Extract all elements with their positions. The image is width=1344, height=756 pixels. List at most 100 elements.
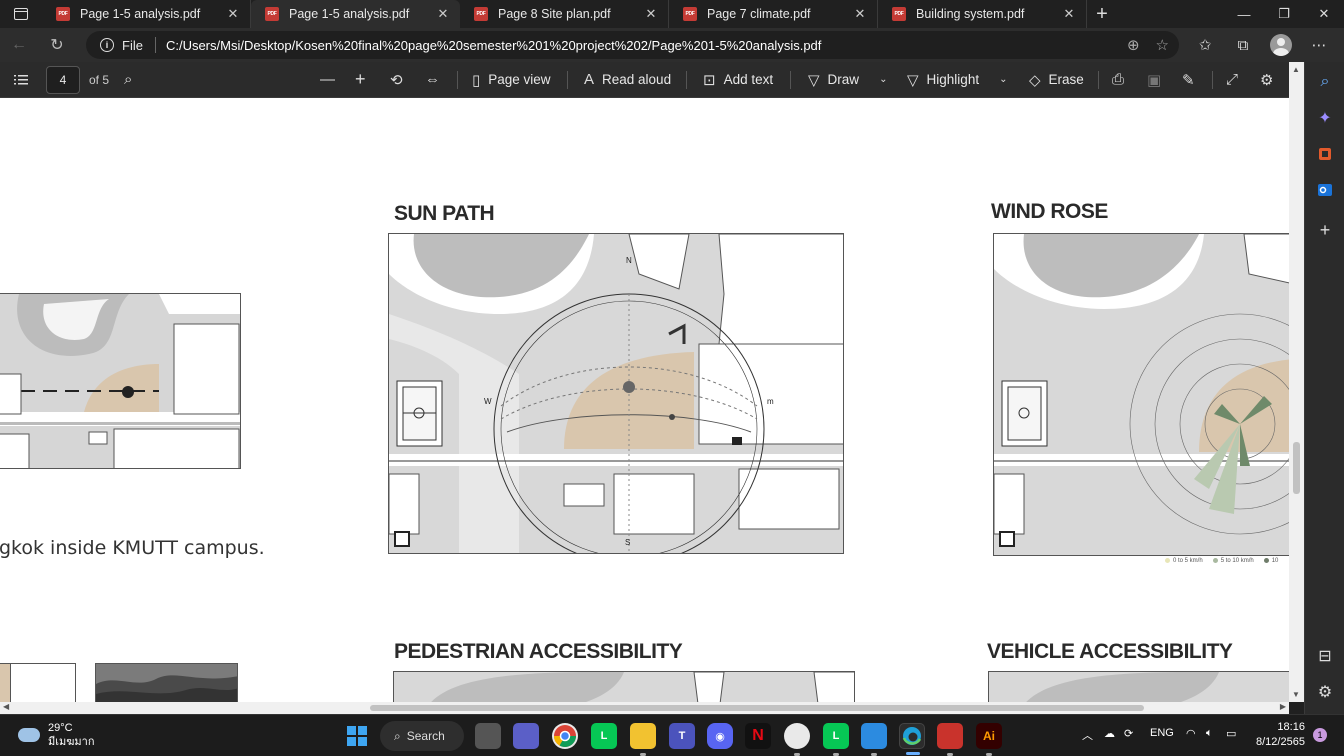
draw-label: Draw — [827, 72, 860, 87]
notification-badge[interactable]: 1 — [1313, 728, 1327, 742]
sidebar-settings-icon[interactable]: ⚙ — [1315, 682, 1335, 702]
add-text-button[interactable]: ⊡ Add text — [703, 71, 773, 89]
zoom-out-icon[interactable]: — — [320, 71, 335, 88]
more-menu-icon[interactable]: ⋯ — [1300, 34, 1338, 56]
profile-avatar[interactable] — [1262, 34, 1300, 56]
save-as-icon[interactable]: ✎ — [1182, 71, 1195, 89]
back-arrow-icon[interactable]: ← — [0, 36, 38, 54]
zoom-icon[interactable]: ⊕ — [1127, 36, 1140, 54]
chrome-profile-icon[interactable] — [784, 723, 810, 756]
site-map-partial — [0, 293, 241, 469]
read-aloud-button[interactable]: A Read aloud — [584, 71, 671, 88]
photos-icon[interactable] — [861, 723, 887, 756]
taskbar-search[interactable]: ⌕ Search — [380, 721, 464, 751]
info-icon[interactable]: i — [100, 38, 114, 52]
table-of-contents-icon[interactable] — [14, 74, 28, 86]
copilot-sparkle-icon[interactable]: ✦ — [1315, 108, 1335, 128]
erase-label: Erase — [1048, 72, 1084, 87]
settings-gear-icon[interactable]: ⚙ — [1260, 71, 1273, 89]
close-tab-icon[interactable]: ✕ — [853, 6, 867, 22]
scrollbar-thumb[interactable] — [1293, 442, 1300, 494]
fullscreen-icon[interactable]: ⤢ — [1226, 71, 1238, 88]
minimize-icon[interactable]: — — [1224, 0, 1264, 28]
chevron-down-icon[interactable]: ⌄ — [879, 74, 887, 85]
add-text-label: Add text — [723, 72, 774, 87]
divider — [154, 37, 156, 53]
sketchup-icon[interactable] — [937, 723, 963, 756]
horizontal-scrollbar[interactable]: ◀ ▶ — [0, 702, 1289, 714]
office-icon[interactable] — [1315, 144, 1335, 164]
collections-icon[interactable]: ⧉ — [1224, 34, 1262, 56]
scroll-right-arrow-icon[interactable]: ▶ — [1280, 702, 1286, 711]
search-icon[interactable]: ⌕ — [1315, 72, 1335, 92]
system-clock[interactable]: 18:16 8/12/2565 — [1256, 720, 1305, 750]
window-controls: — ❐ ✕ — [1224, 0, 1344, 28]
netflix-icon[interactable]: N — [745, 723, 771, 749]
onedrive-cloud-icon[interactable]: ☁ — [1104, 727, 1115, 740]
hide-sidebar-icon[interactable]: ⊟ — [1315, 646, 1335, 666]
clock-time: 18:16 — [1277, 721, 1305, 733]
scroll-down-arrow-icon[interactable]: ▼ — [1292, 690, 1300, 699]
print-icon[interactable]: ⎙ — [1112, 71, 1124, 88]
file-explorer-icon[interactable] — [630, 723, 656, 756]
tab-5[interactable]: PDF Building system.pdf ✕ — [878, 0, 1087, 28]
close-window-icon[interactable]: ✕ — [1304, 0, 1344, 28]
favorites-icon[interactable]: ✩ — [1186, 34, 1224, 56]
zoom-in-icon[interactable]: + — [355, 69, 366, 90]
save-icon[interactable]: ▣ — [1147, 71, 1161, 89]
tab-1[interactable]: PDF Page 1-5 analysis.pdf ✕ — [42, 0, 251, 28]
draw-button[interactable]: ▽ Draw ⌄ — [808, 71, 887, 89]
close-tab-icon[interactable]: ✕ — [436, 6, 450, 22]
erase-button[interactable]: ◇ Erase — [1029, 71, 1084, 89]
start-windows-icon[interactable] — [344, 723, 370, 749]
outlook-icon[interactable] — [1315, 180, 1335, 200]
battery-icon[interactable]: ▭ — [1226, 727, 1236, 740]
scroll-up-arrow-icon[interactable]: ▲ — [1292, 65, 1300, 74]
wifi-icon[interactable]: ◠ — [1186, 727, 1196, 740]
tab-actions-menu-icon[interactable] — [0, 0, 42, 28]
teams-chat-icon[interactable] — [513, 723, 539, 749]
volume-icon[interactable]: 🔈︎ — [1206, 727, 1213, 740]
restore-icon[interactable]: ❐ — [1264, 0, 1304, 28]
show-hidden-icons-chevron-icon[interactable]: ︿ — [1082, 727, 1093, 743]
close-tab-icon[interactable]: ✕ — [644, 6, 658, 22]
scroll-left-arrow-icon[interactable]: ◀ — [3, 702, 9, 711]
rotate-icon[interactable]: ⟲ — [390, 71, 403, 89]
pdf-page-viewport[interactable]: gkok inside KMUTT campus. SUN PATH N S W… — [0, 98, 1289, 702]
page-number-input[interactable]: 4 — [46, 66, 80, 94]
discord-icon[interactable]: ◉ — [707, 723, 733, 749]
language-indicator[interactable]: ENG — [1150, 727, 1174, 739]
refresh-icon[interactable]: ↻ — [38, 35, 76, 55]
page-view-button[interactable]: ▯ Page view — [472, 71, 551, 89]
tab-3[interactable]: PDF Page 8 Site plan.pdf ✕ — [460, 0, 669, 28]
close-tab-icon[interactable]: ✕ — [1062, 6, 1076, 22]
line-icon[interactable]: L — [591, 723, 617, 749]
fit-page-icon[interactable]: ⇔ — [425, 71, 440, 88]
close-tab-icon[interactable]: ✕ — [226, 6, 240, 22]
search-label: Search — [406, 729, 445, 743]
add-sidebar-app-icon[interactable]: + — [1315, 220, 1335, 240]
chrome-icon[interactable] — [552, 723, 578, 749]
search-icon: ⌕ — [394, 728, 401, 743]
tab-bar: PDF Page 1-5 analysis.pdf ✕ PDF Page 1-5… — [0, 0, 1344, 28]
weather-widget[interactable]: 29°C มีเมฆมาก — [18, 721, 95, 749]
pdf-file-icon: PDF — [265, 7, 279, 21]
illustrator-icon[interactable]: Ai — [976, 723, 1002, 756]
new-tab-button[interactable]: + — [1087, 0, 1117, 28]
task-view-icon[interactable] — [475, 723, 501, 749]
sync-icon[interactable]: ⟳ — [1124, 727, 1133, 740]
highlight-button[interactable]: ▽ Highlight ⌄ — [907, 71, 1007, 89]
url-field[interactable]: i File C:/Users/Msi/Desktop/Kosen%20fina… — [86, 31, 1179, 59]
vertical-scrollbar[interactable]: ▲ ▼ — [1289, 62, 1304, 702]
edge-browser-icon[interactable] — [899, 723, 925, 755]
tab-2[interactable]: PDF Page 1-5 analysis.pdf ✕ — [251, 0, 460, 28]
scrollbar-thumb[interactable] — [370, 705, 1144, 711]
divider — [1098, 71, 1099, 89]
add-favorite-icon[interactable]: ☆ — [1156, 36, 1169, 54]
find-search-icon[interactable]: ⌕ — [124, 71, 132, 88]
tab-4[interactable]: PDF Page 7 climate.pdf ✕ — [669, 0, 878, 28]
divider — [686, 71, 687, 89]
chevron-down-icon[interactable]: ⌄ — [999, 74, 1007, 85]
line-app-icon[interactable]: L — [823, 723, 849, 756]
teams-icon[interactable]: T — [669, 723, 695, 749]
